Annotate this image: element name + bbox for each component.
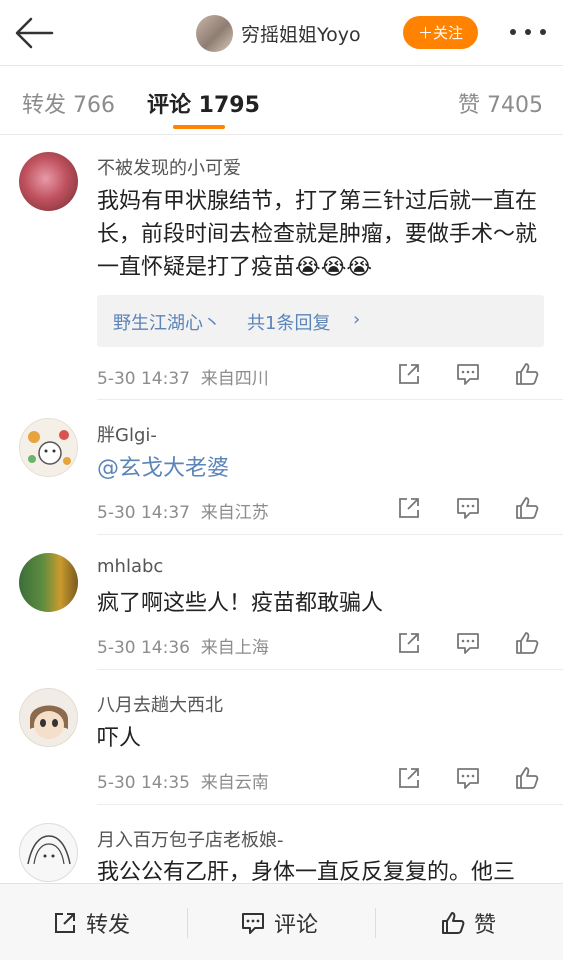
chevron-right-icon: › xyxy=(353,309,361,330)
tab-bar: 转发 766 评论 1795 赞 7405 xyxy=(0,67,563,135)
comment-source: 来自上海 xyxy=(200,638,269,658)
author-avatar[interactable] xyxy=(196,14,233,52)
share-icon[interactable] xyxy=(396,495,422,521)
like-label: 赞 xyxy=(474,913,497,938)
comment-divider xyxy=(97,669,563,670)
comment-meta: 5-30 14:35 来自云南 xyxy=(97,768,269,793)
back-arrow-icon[interactable] xyxy=(14,16,54,50)
comment-text: 我妈有甲状腺结节，打了第三针过后就一直在长，前段时间去检查就是肿瘤，要做手术～就… xyxy=(97,189,538,280)
comment-meta: 5-30 14:36 来自上海 xyxy=(97,633,269,658)
comment-divider xyxy=(97,399,563,400)
commenter-name[interactable]: 八月去趟大西北 xyxy=(97,691,223,717)
repost-icon xyxy=(55,913,75,933)
comment-source: 来自四川 xyxy=(200,369,269,389)
like-button[interactable]: 赞 xyxy=(440,906,496,940)
tab-repost[interactable]: 转发 766 xyxy=(22,87,115,119)
share-icon[interactable] xyxy=(396,361,422,387)
commenter-name[interactable]: 月入百万包子店老板娘- xyxy=(97,826,284,852)
bar-separator xyxy=(187,908,188,938)
comment-icon[interactable] xyxy=(455,495,481,521)
commenter-name[interactable]: 不被发现的小可爱 xyxy=(97,154,241,180)
comment-divider xyxy=(97,534,563,535)
commenter-name[interactable]: mhlabc xyxy=(97,556,163,577)
comment-text: @玄戈大老婆 xyxy=(97,452,549,485)
share-icon[interactable] xyxy=(396,765,422,791)
comment-icon[interactable] xyxy=(455,765,481,791)
comment-icon xyxy=(242,913,264,934)
comment-button[interactable]: 评论 xyxy=(240,906,318,940)
share-icon[interactable] xyxy=(396,630,422,656)
bar-separator xyxy=(375,908,376,938)
comment-time: 5-30 14:37 xyxy=(97,369,190,389)
comment-divider xyxy=(97,804,563,805)
comment-icon[interactable] xyxy=(455,630,481,656)
comment-time: 5-30 14:35 xyxy=(97,773,190,793)
comment-source: 来自云南 xyxy=(200,773,269,793)
author-name[interactable]: 穷摇姐姐Yoyo xyxy=(241,20,361,47)
comment-icon[interactable] xyxy=(455,361,481,387)
tab-comment[interactable]: 评论 1795 xyxy=(147,87,260,119)
comment-time: 5-30 14:37 xyxy=(97,503,190,523)
avatar-illustration-icon xyxy=(28,430,71,465)
reply-user[interactable]: 野生江湖心丶 xyxy=(113,309,221,335)
like-icon[interactable] xyxy=(514,765,540,791)
like-icon[interactable] xyxy=(514,495,540,521)
tab-like[interactable]: 赞 7405 xyxy=(458,87,543,119)
mention-link[interactable]: @玄戈大老婆 xyxy=(97,456,229,481)
commenter-avatar[interactable] xyxy=(19,553,78,612)
repost-label: 转发 xyxy=(86,913,131,938)
comment-meta: 5-30 14:37 来自四川 xyxy=(97,364,269,389)
post-author[interactable]: 穷摇姐姐Yoyo xyxy=(196,14,361,52)
like-icon[interactable] xyxy=(514,630,540,656)
commenter-avatar[interactable] xyxy=(19,823,78,882)
comment-label: 评论 xyxy=(274,913,319,938)
reply-count-link[interactable]: 共1条回复 xyxy=(247,309,330,335)
like-icon[interactable] xyxy=(514,361,540,387)
comment-meta: 5-30 14:37 来自江苏 xyxy=(97,498,269,523)
commenter-avatar[interactable] xyxy=(19,418,78,477)
comment-time: 5-30 14:36 xyxy=(97,638,190,658)
bottom-action-bar: 转发 评论 赞 xyxy=(0,883,563,960)
commenter-avatar[interactable] xyxy=(19,688,78,747)
commenter-avatar[interactable] xyxy=(19,152,78,211)
avatar-illustration-icon xyxy=(27,835,71,865)
follow-button[interactable]: ＋关注 xyxy=(403,16,478,49)
comment-text: 疯了啊这些人！疫苗都敢骗人 xyxy=(97,591,384,616)
top-bar: 穷摇姐姐Yoyo ＋关注 xyxy=(0,0,563,66)
reply-preview[interactable]: 野生江湖心丶 共1条回复 › xyxy=(97,295,544,347)
like-icon xyxy=(442,912,465,934)
commenter-name[interactable]: 胖Glgi- xyxy=(97,421,157,447)
repost-button[interactable]: 转发 xyxy=(52,906,130,940)
more-options-icon[interactable] xyxy=(506,20,550,44)
comment-source: 来自江苏 xyxy=(200,503,269,523)
avatar-illustration-icon xyxy=(30,705,68,739)
comment-text: 吓人 xyxy=(97,726,142,751)
active-tab-indicator xyxy=(173,125,225,129)
